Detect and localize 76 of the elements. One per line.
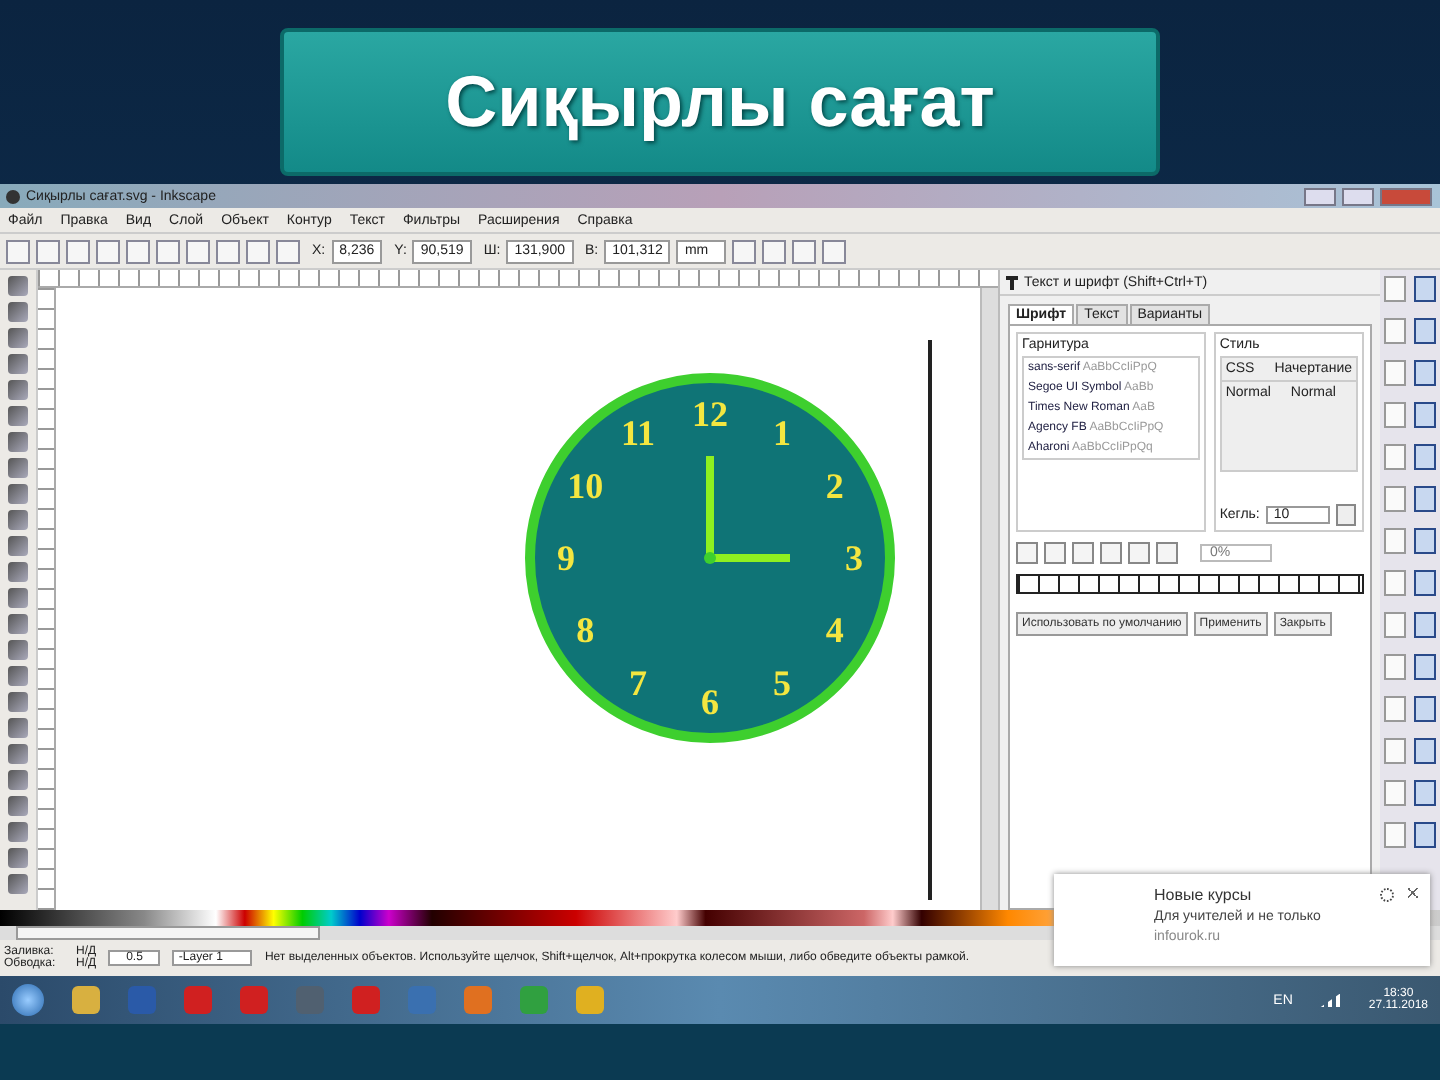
toolbar-icon[interactable] [216,239,240,263]
toolbar-icon[interactable] [6,239,30,263]
command-icon[interactable] [1384,318,1406,344]
command-icon[interactable] [1384,528,1406,554]
align-icon[interactable] [1016,542,1038,564]
command-icon[interactable] [1384,570,1406,596]
toolbar-icon[interactable] [732,239,757,263]
notification-title: Новые курсы [1154,886,1252,904]
clock-numeral: 4 [825,610,844,650]
toolbar-icon[interactable] [36,239,60,263]
clock-numeral: 9 [557,538,575,578]
maximize-button[interactable] [1342,187,1374,205]
command-icon[interactable] [1384,654,1406,680]
command-icon[interactable] [1384,696,1406,722]
clock-numeral: 2 [825,466,844,506]
snap-icon[interactable] [1414,822,1436,848]
command-icon[interactable] [1384,486,1406,512]
scrollbar[interactable] [980,288,998,910]
toolbar-icon[interactable] [762,239,787,263]
snap-icon[interactable] [1414,276,1436,302]
clock-numeral: 1 [773,413,791,454]
clock-numeral: 8 [576,610,595,650]
snap-icon[interactable] [1414,402,1436,428]
command-icon[interactable] [1384,738,1406,764]
app-icon [6,189,20,203]
clock-numeral: 12 [692,394,728,434]
snap-icon[interactable] [1414,780,1436,806]
toolbar-icon[interactable] [186,239,210,263]
align-icon[interactable] [1156,542,1178,564]
clock-hands [704,456,790,564]
toolbar-icon[interactable] [276,239,300,263]
taskbar-icon[interactable] [576,986,604,1014]
toolbar-icon[interactable] [246,239,270,263]
clock-numeral: 5 [773,662,791,703]
command-icon[interactable] [1384,780,1406,806]
minimize-button[interactable] [1304,187,1336,205]
snap-icon[interactable] [1414,738,1436,764]
snap-icon[interactable] [1414,654,1436,680]
taskbar-icon[interactable] [72,986,100,1014]
snap-icon[interactable] [1414,570,1436,596]
settings-icon[interactable] [1380,888,1394,902]
snap-icon[interactable] [1414,696,1436,722]
clock-numeral: 7 [629,662,647,703]
command-icon[interactable] [1384,612,1406,638]
clock-numeral: 3 [845,538,863,578]
clock-numeral: 11 [621,413,655,454]
snap-icon[interactable] [1414,360,1436,386]
snap-icon[interactable] [1414,318,1436,344]
command-icon[interactable] [1384,822,1406,848]
command-icon[interactable] [1384,402,1406,428]
toolbar-icon[interactable] [822,239,847,263]
toolbar-icon[interactable] [66,239,90,263]
clock-numeral: 10 [567,466,604,506]
toolbar-icon[interactable] [96,239,120,263]
command-icon[interactable] [1384,360,1406,386]
start-button[interactable] [12,984,44,1016]
snap-icon[interactable] [1414,612,1436,638]
close-icon[interactable] [1408,888,1418,898]
snap-icon[interactable] [1414,528,1436,554]
clock-numeral: 6 [701,682,719,722]
align-icon[interactable] [1100,542,1122,564]
dropdown-button[interactable] [1335,504,1356,526]
scrollbar[interactable] [16,926,320,940]
close-button[interactable] [1380,187,1432,205]
slide-title: Сиқырлы сағат [445,60,995,144]
toolbar-icon[interactable] [126,239,150,263]
command-icon[interactable] [1384,276,1406,302]
snap-icon[interactable] [1414,486,1436,512]
align-icon[interactable] [1072,542,1094,564]
align-icon[interactable] [1044,542,1066,564]
toolbar-icon[interactable] [156,239,180,263]
command-icon[interactable] [1384,444,1406,470]
align-icon[interactable] [1128,542,1150,564]
toolbar-icon[interactable] [792,239,817,263]
text-tool-icon [1006,275,1018,289]
snap-icon[interactable] [1414,444,1436,470]
